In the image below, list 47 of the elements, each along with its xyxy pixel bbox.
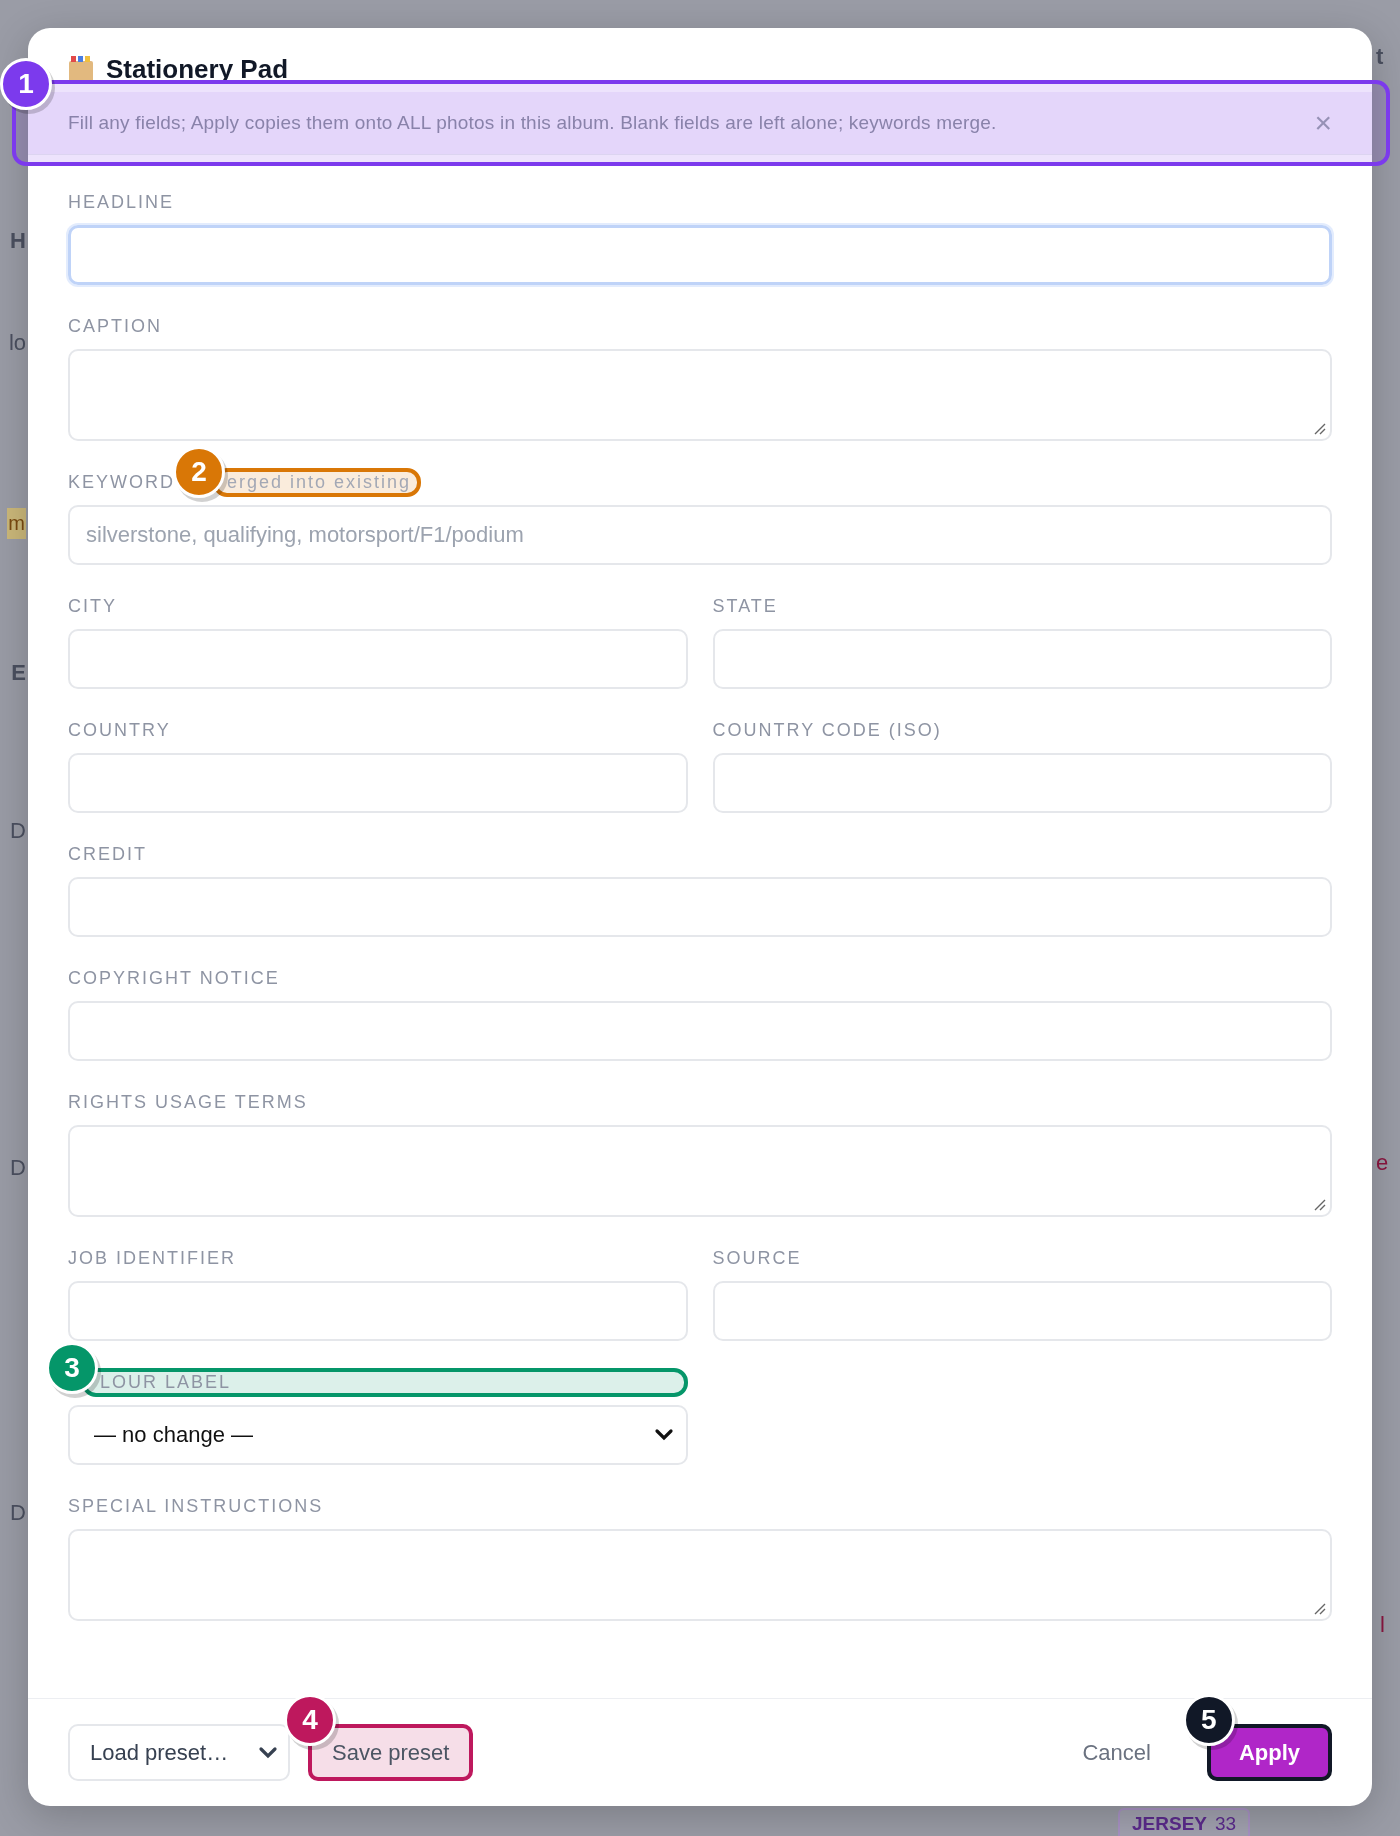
- field-label: SOURCE: [712, 1247, 802, 1269]
- text-field[interactable]: [68, 877, 1332, 937]
- field-label: HEADLINE: [68, 191, 175, 213]
- background-text: t: [1376, 44, 1384, 70]
- background-text: l: [1380, 1612, 1385, 1638]
- background-text: D: [10, 818, 26, 844]
- dialog-title: Stationery Pad: [106, 53, 289, 85]
- cancel-link[interactable]: Cancel: [1062, 1724, 1171, 1781]
- background-text: lo: [8, 330, 26, 356]
- info-banner-text: Fill any fields; Apply copies them onto ALL photos in this album. Blank fields are left alone; keywords merge.: [68, 112, 997, 134]
- background-text: D: [10, 1155, 26, 1181]
- text-field[interactable]: [68, 629, 688, 689]
- field-label: CAPTION: [68, 315, 162, 337]
- chevron-down-icon: [258, 1745, 278, 1760]
- background-text: e: [1376, 1150, 1389, 1176]
- preset-dropdown[interactable]: Load preset…: [68, 1724, 290, 1781]
- field-label: CITY: [68, 595, 117, 617]
- resize-grip-icon[interactable]: [1312, 1601, 1326, 1615]
- placeholder-text: silverstone, qualifying, motorsport/F1/podium: [86, 522, 524, 548]
- resize-grip-icon[interactable]: [1312, 421, 1326, 435]
- jersey-tag: JERSEY 33: [1118, 1808, 1251, 1836]
- field-label: COUNTRY: [68, 719, 171, 741]
- notepad-icon: [68, 55, 94, 83]
- field-label: JOB IDENTIFIER: [68, 1247, 236, 1269]
- resize-grip-icon[interactable]: [1312, 1197, 1326, 1211]
- annotation-badge: 1: [0, 58, 52, 110]
- text-field[interactable]: [68, 225, 1332, 285]
- chevron-down-icon: [653, 1428, 674, 1442]
- field-label: STATE: [712, 595, 778, 617]
- field-label: KEYWORD: [68, 471, 175, 493]
- text-field[interactable]: [68, 1001, 1332, 1061]
- text-field[interactable]: [68, 753, 688, 813]
- text-field[interactable]: [712, 1281, 1332, 1341]
- text-field[interactable]: [712, 629, 1332, 689]
- field-label: COPYRIGHT NOTICE: [68, 967, 280, 989]
- background-text: m: [7, 508, 26, 539]
- text-field[interactable]: [68, 1281, 688, 1341]
- field-label: COUNTRY CODE (ISO): [712, 719, 942, 741]
- dropdown[interactable]: — no change —: [68, 1405, 688, 1465]
- annotation-badge: 4: [284, 1694, 336, 1746]
- field-label: RIGHTS USAGE TERMS: [68, 1091, 308, 1113]
- text-field[interactable]: [712, 753, 1332, 813]
- background-text: E: [11, 660, 26, 686]
- background-text: H: [10, 228, 26, 254]
- background-text: D: [10, 1500, 26, 1526]
- field-label: CREDIT: [68, 843, 147, 865]
- field-label: SPECIAL INSTRUCTIONS: [68, 1495, 324, 1517]
